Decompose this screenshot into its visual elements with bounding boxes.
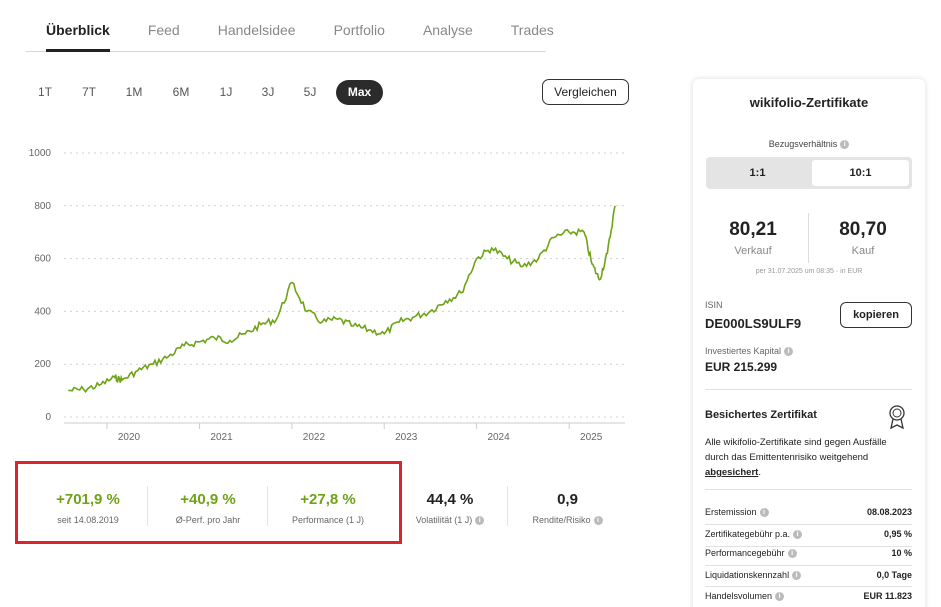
cert-title: Besichertes Zertifikat xyxy=(705,409,817,421)
divider xyxy=(705,565,912,566)
tab-handelsidee[interactable]: Handelsidee xyxy=(218,12,296,52)
ratio-toggle: 1:1 10:1 xyxy=(706,157,912,189)
compare-button[interactable]: Vergleichen xyxy=(542,79,629,105)
x-tick-label: 2024 xyxy=(487,432,510,443)
info-icon[interactable]: i xyxy=(840,140,850,150)
stat-value: +27,8 % xyxy=(300,491,356,508)
y-tick-label: 1000 xyxy=(29,148,52,159)
stat-label: Ø-Perf. pro Jahr xyxy=(175,515,241,525)
tab-trades[interactable]: Trades xyxy=(511,12,554,52)
info-icon[interactable]: i xyxy=(787,549,797,559)
range-1t-button[interactable]: 1T xyxy=(28,80,62,105)
secured-link[interactable]: abgesichert xyxy=(705,467,758,478)
x-tick-label: 2025 xyxy=(580,432,603,443)
stat-label: Volatilität (1 J) xyxy=(415,515,473,525)
info-icon[interactable]: i xyxy=(793,530,803,540)
price-timestamp: per 31.07.2025 um 08:35 · in EUR xyxy=(755,268,863,275)
tab-portfolio[interactable]: Portfolio xyxy=(334,12,385,52)
capital-label: Investiertes Kapital xyxy=(705,346,782,356)
stat-value: 0,9 xyxy=(557,491,578,508)
buy-price: 80,70 xyxy=(839,219,887,240)
info-icon[interactable]: i xyxy=(784,347,794,357)
range-3j-button[interactable]: 3J xyxy=(242,80,294,105)
ratio-label: Bezugsverhältnis xyxy=(768,139,838,149)
copy-isin-button[interactable]: kopieren xyxy=(840,302,912,328)
range-6m-button[interactable]: 6M xyxy=(152,80,210,105)
sell-price: 80,21 xyxy=(729,219,777,240)
info-icon[interactable]: i xyxy=(792,571,802,581)
divider xyxy=(705,524,912,525)
cert-description: Alle wikifolio-Zertifikate sind gegen Au… xyxy=(705,437,887,478)
detail-row: Performancegebühr i 10 % xyxy=(705,548,912,559)
buy-price-block: 80,70 Kauf xyxy=(813,219,913,257)
detail-row: Handelsvolumen i EUR 11.823 xyxy=(705,591,912,602)
range-7t-button[interactable]: 7T xyxy=(62,80,116,105)
info-icon[interactable]: i xyxy=(775,592,785,602)
x-tick-label: 2020 xyxy=(118,432,141,443)
y-tick-label: 800 xyxy=(34,201,51,212)
info-icon[interactable]: i xyxy=(475,516,485,526)
tab-ueberblick[interactable]: Überblick xyxy=(46,12,110,52)
stat-label: seit 14.08.2019 xyxy=(57,515,119,525)
tab-bar: Überblick Feed Handelsidee Portfolio Ana… xyxy=(26,12,554,52)
stat-volatility: 44,4 % Volatilität (1 J) i xyxy=(405,491,495,526)
ratio-option-10-1[interactable]: 10:1 xyxy=(812,160,909,186)
range-1m-button[interactable]: 1M xyxy=(116,80,152,105)
ratio-option-1-1[interactable]: 1:1 xyxy=(709,160,806,186)
stat-return-risk: 0,9 Rendite/Risiko i xyxy=(520,491,615,526)
stat-value: +40,9 % xyxy=(180,491,236,508)
stat-performance-1j: +27,8 % Performance (1 J) xyxy=(278,491,378,525)
divider xyxy=(705,546,912,547)
range-5j-button[interactable]: 5J xyxy=(294,80,326,105)
certificate-panel: wikifolio-Zertifikate Bezugsverhältnis i … xyxy=(693,79,925,607)
buy-label: Kauf xyxy=(851,245,875,257)
detail-row: Zertifikategebühr p.a. i 0,95 % xyxy=(705,529,912,540)
stat-total-performance: +701,9 % seit 14.08.2019 xyxy=(40,491,136,525)
divider xyxy=(507,486,508,526)
divider xyxy=(147,486,148,526)
range-1j-button[interactable]: 1J xyxy=(210,80,242,105)
y-tick-label: 200 xyxy=(34,359,51,370)
stat-label: Performance (1 J) xyxy=(291,515,365,525)
sell-label: Verkauf xyxy=(734,245,772,257)
stat-value: +701,9 % xyxy=(56,491,120,508)
sell-price-block: 80,21 Verkauf xyxy=(703,219,803,257)
divider xyxy=(808,213,809,263)
panel-title: wikifolio-Zertifikate xyxy=(749,95,869,110)
x-tick-label: 2021 xyxy=(210,432,233,443)
stat-value: 44,4 % xyxy=(426,491,474,508)
capital-value: EUR 215.299 xyxy=(705,360,778,374)
stat-annual-performance: +40,9 % Ø-Perf. pro Jahr xyxy=(160,491,256,525)
award-icon xyxy=(889,405,905,430)
divider xyxy=(267,486,268,526)
divider xyxy=(705,489,912,490)
info-icon[interactable]: i xyxy=(759,508,769,518)
stat-label: Rendite/Risiko xyxy=(532,515,591,525)
x-tick-label: 2022 xyxy=(303,432,326,443)
detail-row: Erstemission i 08.08.2023 xyxy=(705,507,912,518)
detail-row: Liquidationskennzahl i 0,0 Tage xyxy=(705,570,912,581)
tab-analyse[interactable]: Analyse xyxy=(423,12,473,52)
divider xyxy=(705,389,912,390)
range-selector: 1T 7T 1M 6M 1J 3J 5J Max xyxy=(28,80,383,105)
tab-feed[interactable]: Feed xyxy=(148,12,180,52)
y-tick-label: 400 xyxy=(34,306,51,317)
x-tick-label: 2023 xyxy=(395,432,418,443)
range-max-button[interactable]: Max xyxy=(336,80,383,105)
divider xyxy=(705,586,912,587)
y-tick-label: 600 xyxy=(34,254,51,265)
isin-value: DE000LS9ULF9 xyxy=(705,316,802,331)
info-icon[interactable]: i xyxy=(593,516,603,526)
y-tick-label: 0 xyxy=(45,412,51,423)
isin-label: ISIN xyxy=(705,300,723,310)
performance-chart: 0 200 400 600 800 1000 2020 2021 2022 2023 2024 20… xyxy=(29,148,625,443)
